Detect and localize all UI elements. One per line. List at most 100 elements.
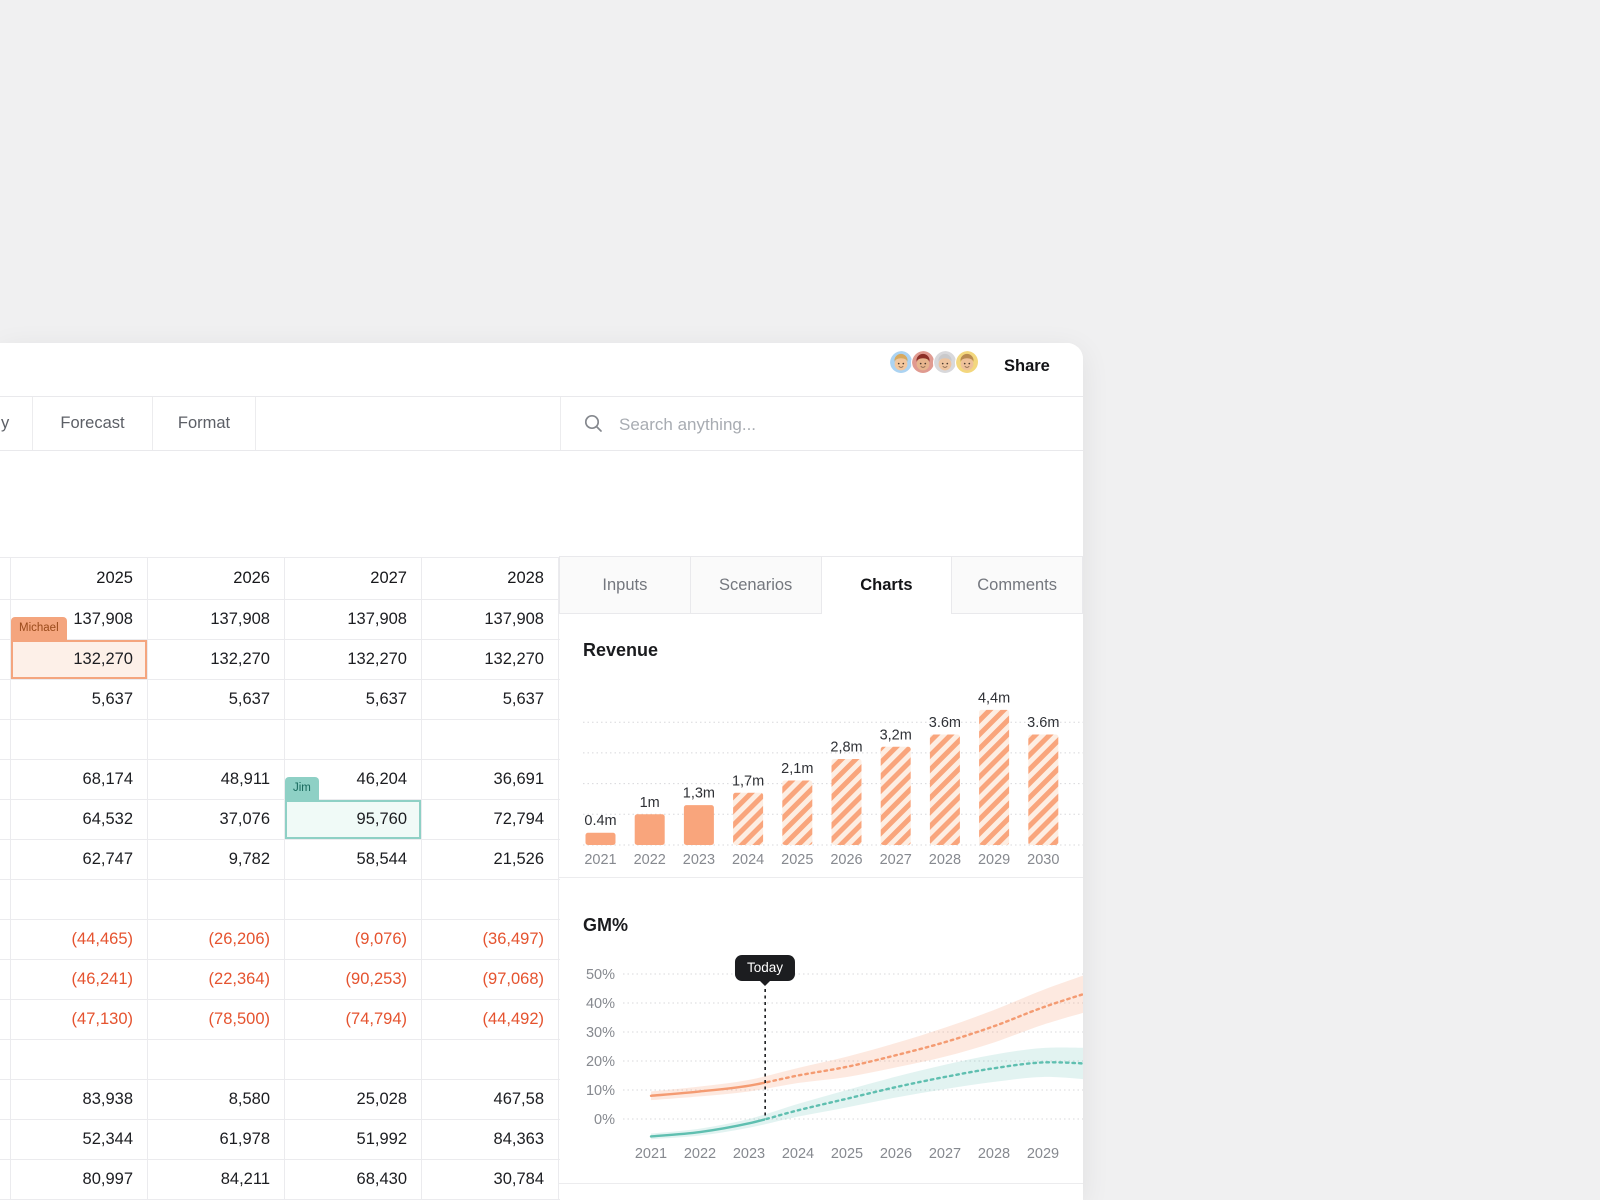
cell[interactable]: 137,908 [422,600,559,639]
cell[interactable]: (22,364) [148,960,285,999]
cell[interactable] [0,720,11,759]
cell[interactable]: 84,211 [148,1160,285,1199]
search-input[interactable] [617,404,1061,446]
cell[interactable]: (74,794) [285,1000,422,1039]
cell[interactable]: (44,492) [422,1000,559,1039]
cell[interactable]: 58,544 [285,840,422,879]
cell[interactable] [0,680,11,719]
cell[interactable] [0,960,11,999]
gm-line-chart: 50% 40% 30% 20% 10% 0% 2021 2022 2023 2024 2025 202… [586,967,1083,1162]
cell[interactable] [422,1040,559,1079]
tab-charts[interactable]: Charts [820,556,952,614]
cell[interactable]: 25,028 [285,1080,422,1119]
cell[interactable] [0,600,11,639]
cell[interactable]: 83,938 [11,1080,148,1119]
bar-value-label: 2,8m [830,740,862,756]
cell[interactable]: 48,911 [148,760,285,799]
cell[interactable]: (26,206) [148,920,285,959]
menu-item-format[interactable]: Format [153,397,256,450]
cell[interactable] [0,920,11,959]
cell[interactable] [0,800,11,839]
presence-tag: Jim [285,777,319,800]
cell[interactable]: (9,076) [285,920,422,959]
share-button[interactable]: Share [1004,357,1050,376]
cell[interactable]: (36,497) [422,920,559,959]
cell[interactable] [148,880,285,919]
cell[interactable]: 9,782 [148,840,285,879]
header-cell: 2028 [422,558,559,599]
cell[interactable]: 37,076 [148,800,285,839]
topbar: Share [0,343,1083,397]
search-bar[interactable] [560,397,1083,450]
cell[interactable]: 52,344 [11,1120,148,1159]
table-row [0,880,560,920]
cell[interactable] [285,1040,422,1079]
cell[interactable]: 72,794 [422,800,559,839]
cell[interactable]: 132,270 [148,640,285,679]
table-row: 5,637 5,637 5,637 5,637 [0,680,560,720]
cell[interactable] [0,1160,11,1199]
cell[interactable]: 61,978 [148,1120,285,1159]
cell[interactable] [0,1120,11,1159]
cell[interactable] [422,720,559,759]
cell[interactable]: 8,580 [148,1080,285,1119]
cell[interactable] [11,1040,148,1079]
cell[interactable] [0,1040,11,1079]
header-cell: 2026 [148,558,285,599]
cell[interactable]: 5,637 [422,680,559,719]
cell[interactable]: 5,637 [11,680,148,719]
cell[interactable]: (44,465) [11,920,148,959]
avatar-group[interactable] [889,350,981,376]
avatar[interactable] [955,350,981,376]
cell[interactable]: (46,241) [11,960,148,999]
cell[interactable]: (78,500) [148,1000,285,1039]
cell[interactable]: 137,908 [148,600,285,639]
cell[interactable]: 132,270 [285,640,422,679]
cell[interactable] [0,640,11,679]
cell[interactable] [422,880,559,919]
cell[interactable]: 64,532 [11,800,148,839]
cell[interactable]: 132,270 [422,640,559,679]
cell[interactable] [148,720,285,759]
cell[interactable]: 68,174 [11,760,148,799]
cell[interactable] [0,840,11,879]
tab-comments[interactable]: Comments [951,556,1083,614]
cell[interactable]: 137,908 [285,600,422,639]
cell[interactable]: 5,637 [148,680,285,719]
cell[interactable] [285,880,422,919]
cell[interactable] [148,1040,285,1079]
cell[interactable] [11,720,148,759]
bar-value-label: 2,1m [781,761,813,777]
cell[interactable]: 62,747 [11,840,148,879]
table-row: 68,174 48,911 46,204 36,691 [0,760,560,800]
menu-item-forecast[interactable]: Forecast [33,397,153,450]
cell[interactable]: 5,637 [285,680,422,719]
x-axis-label: 2021 [635,1146,667,1162]
today-tooltip: Today [734,955,796,986]
cell[interactable]: 30,784 [422,1160,559,1199]
cell[interactable] [11,880,148,919]
cell[interactable]: (97,068) [422,960,559,999]
cell[interactable] [0,1080,11,1119]
tab-inputs[interactable]: Inputs [559,556,690,614]
cell[interactable] [0,760,11,799]
cell[interactable]: 21,526 [422,840,559,879]
cell[interactable]: Jim 95,760 [285,777,422,839]
cell[interactable]: 36,691 [422,760,559,799]
today-pointer [760,981,770,986]
x-axis-label: 2026 [830,852,862,868]
cell[interactable]: 467,58 [422,1080,559,1119]
cell[interactable]: (47,130) [11,1000,148,1039]
y-axis-label: 40% [586,996,615,1012]
cell[interactable]: (90,253) [285,960,422,999]
tab-scenarios[interactable]: Scenarios [689,556,821,614]
cell[interactable] [0,1000,11,1039]
menu-item-partial[interactable]: y [0,397,33,450]
cell[interactable]: Michael 132,270 [11,617,148,679]
cell[interactable]: 80,997 [11,1160,148,1199]
cell[interactable]: 51,992 [285,1120,422,1159]
cell[interactable] [0,880,11,919]
cell[interactable]: 84,363 [422,1120,559,1159]
cell[interactable] [285,720,422,759]
cell[interactable]: 68,430 [285,1160,422,1199]
